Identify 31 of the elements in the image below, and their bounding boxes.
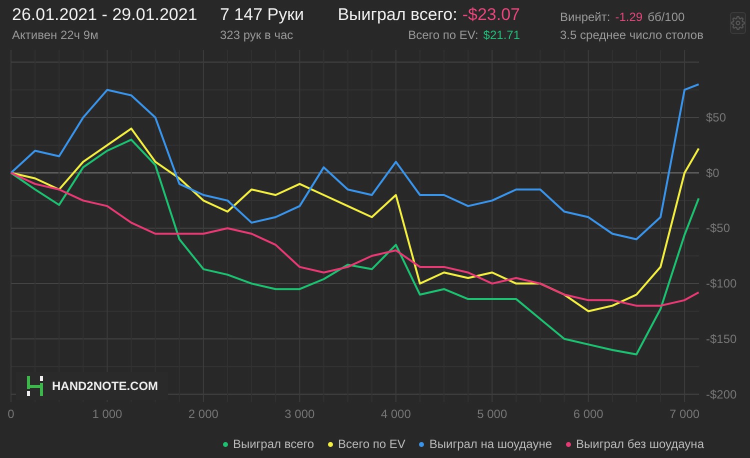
hands-count: 7 147 Руки	[220, 4, 304, 26]
axis-label: 3 000	[284, 407, 315, 421]
date-range: 26.01.2021 - 29.01.2021	[12, 4, 198, 26]
axis-label: $50	[706, 110, 726, 125]
winrate-unit: бб/100	[648, 9, 685, 26]
legend-item[interactable]: Всего по EV	[328, 437, 406, 451]
won-value: -$23.07	[462, 4, 520, 26]
won-label: Выиграл всего:	[338, 4, 458, 26]
ev-value: $21.71	[483, 27, 520, 44]
axis-label: $0	[706, 166, 720, 180]
axis-label: 0	[8, 407, 14, 421]
ev-label: Всего по EV:	[408, 27, 478, 44]
axis-label: 2 000	[188, 407, 218, 421]
axis-label: -$100	[706, 276, 737, 291]
hands-per-hour: 323 рук в час	[220, 27, 294, 44]
axis-label: 6 000	[573, 407, 604, 421]
logo-text: HAND2NOTE.COM	[52, 379, 158, 393]
active-time: Активен 22ч 9м	[12, 27, 98, 44]
avg-tables: 3.5 среднее число столов	[560, 26, 704, 44]
legend-item[interactable]: Выиграл без шоудауна	[566, 437, 704, 451]
axis-label: -$150	[706, 332, 737, 346]
winrate-label: Винрейт:	[560, 9, 610, 26]
legend-item[interactable]: Выиграл всего	[222, 437, 314, 451]
legend-item[interactable]: Выиграл на шоудауне	[419, 437, 552, 451]
axis-label: 5 000	[477, 407, 508, 421]
axis-label: -$200	[706, 387, 737, 402]
axis-label: 1 000	[92, 407, 122, 421]
axis-label: 4 000	[380, 407, 411, 421]
winrate-value: -1.29	[615, 9, 643, 26]
axis-label: 7 000	[670, 407, 700, 421]
axis-label: -$50	[706, 221, 730, 236]
